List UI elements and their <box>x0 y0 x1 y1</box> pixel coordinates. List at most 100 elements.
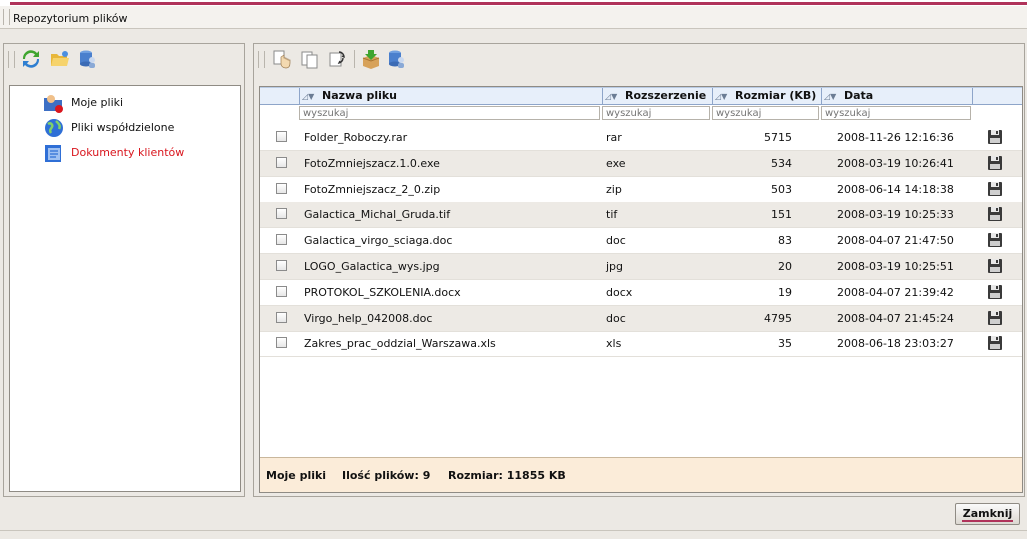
file-size-cell: 20 <box>778 260 792 273</box>
tree-item-label: Moje pliki <box>71 96 124 109</box>
folder-tree: Moje pliki Pliki współdzielone Dokumenty… <box>9 85 241 492</box>
file-date-cell: 2008-06-18 23:03:27 <box>837 337 954 351</box>
file-extension-cell: jpg <box>606 260 624 273</box>
file-size-cell: 4795 <box>764 311 792 325</box>
file-size-cell: 5715 <box>764 131 792 144</box>
table-row[interactable]: Folder_Roboczy.rar rar 5715 2008-11-26 12:1… <box>260 125 1022 151</box>
column-header-label: Rozszerzenie <box>625 89 707 102</box>
column-header-extension[interactable]: ◿▼ Rozszerzenie <box>602 88 712 104</box>
file-size-cell: 83 <box>778 234 792 248</box>
status-total-size: Rozmiar: 11855 KB <box>448 469 566 482</box>
file-grid: ◿▼ Nazwa pliku ◿▼ Rozszerzenie ◿▼ Rozmiar (… <box>259 86 1023 493</box>
row-checkbox[interactable] <box>276 311 287 323</box>
file-extension-cell: doc <box>606 311 626 325</box>
table-row[interactable]: PROTOKOL_SZKOLENIA.docx docx 19 2008-04-07 … <box>260 280 1022 306</box>
file-extension-cell: tif <box>606 208 618 222</box>
database-user-icon[interactable] <box>78 49 98 69</box>
file-size-cell: 534 <box>771 156 792 170</box>
title-bar: Repozytorium plików <box>0 6 1027 29</box>
file-date-cell: 2008-04-07 21:39:42 <box>837 285 954 299</box>
save-disk-icon[interactable] <box>987 181 1003 197</box>
file-size-cell: 503 <box>771 182 792 196</box>
table-row[interactable]: LOGO_Galactica_wys.jpg jpg 20 2008-03-19 10… <box>260 254 1022 280</box>
file-date-cell: 2008-11-26 12:16:36 <box>837 131 954 144</box>
file-name-cell: Folder_Roboczy.rar <box>304 131 408 144</box>
sort-icon[interactable]: ◿▼ <box>605 89 625 105</box>
table-row[interactable]: Virgo_help_042008.doc doc 4795 2008-04-07 2… <box>260 305 1022 332</box>
filter-extension-input[interactable] <box>602 106 710 120</box>
column-header-date[interactable]: ◿▼ Data <box>821 88 972 104</box>
file-size-cell: 151 <box>771 208 792 222</box>
file-name-cell: Galactica_Michal_Gruda.tif <box>304 208 451 222</box>
row-checkbox[interactable] <box>276 285 287 297</box>
left-toolbar <box>4 44 244 74</box>
table-row[interactable]: FotoZmniejszacz.1.0.exe exe 534 2008-03-19 … <box>260 150 1022 177</box>
save-disk-icon[interactable] <box>987 258 1003 274</box>
toolbar-grip-handle[interactable] <box>8 51 15 68</box>
file-size-cell: 35 <box>778 337 792 351</box>
column-header-actions <box>972 88 1022 104</box>
file-name-cell: Galactica_virgo_sciaga.doc <box>304 234 453 248</box>
file-list-panel: ◿▼ Nazwa pliku ◿▼ Rozszerzenie ◿▼ Rozmiar (… <box>253 43 1025 497</box>
filter-size-input[interactable] <box>712 106 819 120</box>
right-toolbar <box>254 44 1024 74</box>
save-disk-icon[interactable] <box>987 310 1003 326</box>
copy-icon[interactable] <box>300 49 320 69</box>
row-checkbox[interactable] <box>276 182 287 194</box>
open-folder-icon[interactable] <box>50 49 70 69</box>
file-name-cell: LOGO_Galactica_wys.jpg <box>304 260 440 273</box>
tree-item-label: Dokumenty klientów <box>71 146 185 159</box>
column-header-label: Data <box>844 89 874 102</box>
save-disk-icon[interactable] <box>987 232 1003 248</box>
toolbar-grip-handle[interactable] <box>258 51 265 68</box>
save-disk-icon[interactable] <box>987 335 1003 351</box>
row-checkbox[interactable] <box>276 337 287 349</box>
file-name-cell: FotoZmniejszacz.1.0.exe <box>304 156 440 170</box>
file-date-cell: 2008-03-19 10:25:51 <box>837 260 954 273</box>
column-header-size[interactable]: ◿▼ Rozmiar (KB) <box>712 88 821 104</box>
sort-icon[interactable]: ◿▼ <box>302 89 322 105</box>
save-disk-icon[interactable] <box>987 206 1003 222</box>
file-date-cell: 2008-03-19 10:25:33 <box>837 208 954 222</box>
row-checkbox[interactable] <box>276 234 287 246</box>
file-date-cell: 2008-04-07 21:45:24 <box>837 311 954 325</box>
sort-icon[interactable]: ◿▼ <box>824 89 844 105</box>
status-file-count: Ilość plików: 9 <box>342 469 431 482</box>
export-box-icon[interactable] <box>361 49 381 69</box>
file-name-cell: PROTOKOL_SZKOLENIA.docx <box>304 285 461 299</box>
table-row[interactable]: Galactica_virgo_sciaga.doc doc 83 2008-04-0… <box>260 228 1022 255</box>
rename-icon[interactable] <box>327 49 347 69</box>
grid-header: ◿▼ Nazwa pliku ◿▼ Rozszerzenie ◿▼ Rozmiar (… <box>260 87 1022 105</box>
row-checkbox[interactable] <box>276 208 287 220</box>
file-name-cell: Virgo_help_042008.doc <box>304 311 433 325</box>
save-disk-icon[interactable] <box>987 155 1003 171</box>
row-checkbox[interactable] <box>276 260 287 271</box>
file-extension-cell: xls <box>606 337 622 351</box>
column-header-name[interactable]: ◿▼ Nazwa pliku <box>299 88 602 104</box>
touch-hand-icon[interactable] <box>272 49 292 69</box>
column-header-label: Rozmiar (KB) <box>735 89 817 102</box>
database-user-icon[interactable] <box>387 49 407 69</box>
filter-row <box>260 105 1022 122</box>
table-row[interactable]: Galactica_Michal_Gruda.tif tif 151 2008-03-… <box>260 202 1022 229</box>
title-grip-handle <box>3 9 10 25</box>
status-bar: Moje pliki Ilość plików: 9 Rozmiar: 1185… <box>260 457 1022 492</box>
row-checkbox[interactable] <box>276 131 287 142</box>
sort-icon[interactable]: ◿▼ <box>715 89 735 105</box>
table-row[interactable]: Zakres_prac_oddzial_Warszawa.xls xls 35 200… <box>260 331 1022 358</box>
save-disk-icon[interactable] <box>987 284 1003 300</box>
filter-date-input[interactable] <box>821 106 971 120</box>
file-name-cell: Zakres_prac_oddzial_Warszawa.xls <box>304 337 496 351</box>
refresh-icon[interactable] <box>21 49 41 69</box>
file-extension-cell: zip <box>606 182 622 196</box>
row-checkbox[interactable] <box>276 156 287 168</box>
save-disk-icon[interactable] <box>987 129 1003 145</box>
filter-name-input[interactable] <box>299 106 600 120</box>
close-button[interactable]: Zamknij <box>955 503 1020 525</box>
client-documents-icon <box>45 145 61 162</box>
user-folder-icon <box>44 95 63 113</box>
tree-item-label: Pliki współdzielone <box>71 121 175 134</box>
file-size-cell: 19 <box>778 285 792 299</box>
folder-tree-panel: Moje pliki Pliki współdzielone Dokumenty… <box>3 43 245 497</box>
table-row[interactable]: FotoZmniejszacz_2_0.zip zip 503 2008-06-14 … <box>260 177 1022 203</box>
